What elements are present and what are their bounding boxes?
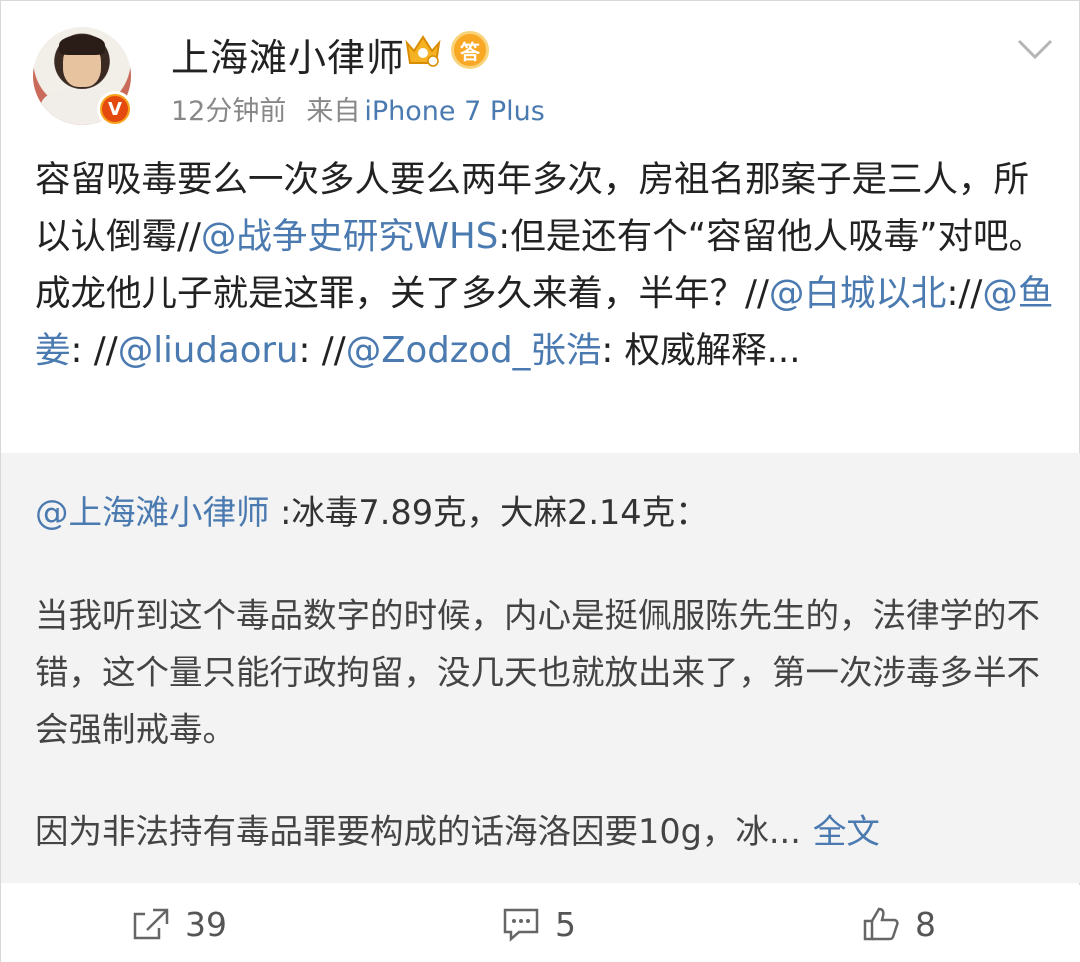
mention-link[interactable]: @Zodzod_张浩	[346, 330, 602, 371]
verified-badge-icon: V	[97, 91, 133, 127]
avatar-hair	[59, 35, 105, 55]
quoted-author-mention[interactable]: @上海滩小律师	[35, 493, 270, 532]
post-time: 12分钟前	[171, 96, 287, 127]
post-text: ://	[946, 273, 983, 314]
quoted-paragraph: 当我听到这个毒品数字的时候，内心是挺佩服陈先生的，法律学的不错，这个量只能行政拘…	[35, 596, 1040, 749]
post-actions: 39 5 8	[1, 885, 1080, 962]
answer-badge-icon[interactable]: 答	[451, 31, 489, 69]
share-count: 39	[185, 904, 227, 944]
like-button[interactable]: 8	[861, 885, 936, 962]
post-meta: 12分钟前 来自 iPhone 7 Plus	[171, 89, 545, 128]
share-icon	[133, 908, 169, 940]
post-content: 容留吸毒要么一次多人要么两年多次，房祖名那案子是三人，所以认倒霉//@战争史研究…	[35, 151, 1055, 379]
source-device[interactable]: iPhone 7 Plus	[364, 96, 544, 127]
full-text-link[interactable]: 全文	[813, 812, 880, 851]
comment-icon	[503, 908, 539, 942]
source-prefix: 来自	[306, 96, 361, 127]
mention-link[interactable]: @liudaoru	[118, 330, 299, 371]
comment-count: 5	[555, 904, 576, 944]
mention-link[interactable]: @战争史研究WHS	[201, 216, 498, 257]
share-button[interactable]: 39	[131, 885, 227, 962]
quoted-header-text: :冰毒7.89克，大麻2.14克：	[269, 493, 709, 532]
comment-button[interactable]: 5	[501, 885, 576, 962]
post-text: : 权威解释...	[601, 330, 801, 371]
like-icon	[863, 907, 899, 941]
author-name[interactable]: 上海滩小律师	[171, 27, 405, 82]
quoted-header: @上海滩小律师 :冰毒7.89克，大麻2.14克：	[35, 485, 709, 534]
post-text: : //	[70, 330, 118, 371]
weibo-post-card: V 上海滩小律师 答 12分钟前 来自 iPhone 7 Plus 容留吸毒要么一次…	[0, 0, 1080, 962]
like-count: 8	[915, 904, 936, 944]
crown-icon[interactable]	[403, 33, 443, 69]
quoted-paragraph-text: 因为非法持有毒品罪要构成的话海洛因要10g，冰...	[35, 812, 801, 851]
quoted-paragraph: 因为非法持有毒品罪要构成的话海洛因要10g，冰... 全文	[35, 803, 1045, 860]
chevron-down-icon[interactable]	[1015, 35, 1055, 63]
mention-link[interactable]: @白城以北	[769, 273, 947, 314]
post-header: V 上海滩小律师 答 12分钟前 来自 iPhone 7 Plus	[1, 1, 1080, 141]
post-text: : //	[298, 330, 346, 371]
